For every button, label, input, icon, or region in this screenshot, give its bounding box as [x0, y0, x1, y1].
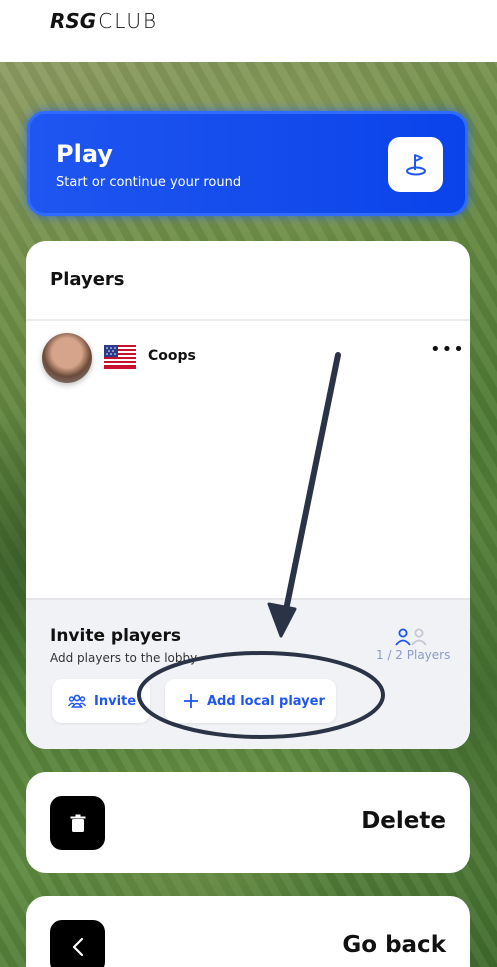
player-row[interactable]: Coops ••• [26, 331, 470, 387]
group-icon [68, 694, 86, 708]
play-title: Play [56, 140, 113, 168]
delete-button[interactable] [50, 796, 105, 850]
delete-label: Delete [361, 808, 446, 834]
united-states-flag-icon [104, 345, 136, 369]
top-bar: RSG CLUB [0, 0, 497, 62]
avatar [42, 333, 92, 383]
player-count: 1 / 2 Players [376, 648, 451, 662]
add-local-player-label: Add local player [207, 693, 325, 709]
play-subtitle: Start or continue your round [56, 175, 242, 190]
players-title: Players [50, 269, 125, 290]
play-card[interactable]: Play Start or continue your round [27, 111, 468, 216]
players-card: Players Coops ••• Invite players Add pla… [26, 241, 470, 749]
chevron-left-icon [72, 937, 83, 957]
player-name: Coops [148, 348, 196, 364]
go-back-card[interactable]: Go back [26, 896, 470, 967]
invite-title: Invite players [50, 626, 181, 646]
invite-panel: Invite players Add players to the lobby … [26, 598, 470, 749]
delete-card[interactable]: Delete [26, 772, 470, 873]
golf-hole-flag-icon [405, 153, 426, 175]
more-options-icon[interactable]: ••• [430, 339, 465, 360]
rsg-club-logo: RSG CLUB [50, 9, 159, 33]
go-back-button[interactable] [50, 920, 105, 967]
player-count-icon [395, 628, 427, 646]
go-back-label: Go back [342, 932, 446, 958]
divider [26, 319, 470, 321]
invite-label: Invite [94, 693, 137, 709]
trash-icon [70, 814, 85, 832]
invite-subtitle: Add players to the lobby [50, 651, 198, 665]
plus-icon [184, 694, 198, 708]
invite-button[interactable]: Invite [52, 679, 150, 723]
play-button[interactable] [388, 137, 443, 192]
add-local-player-button[interactable]: Add local player [165, 679, 336, 723]
